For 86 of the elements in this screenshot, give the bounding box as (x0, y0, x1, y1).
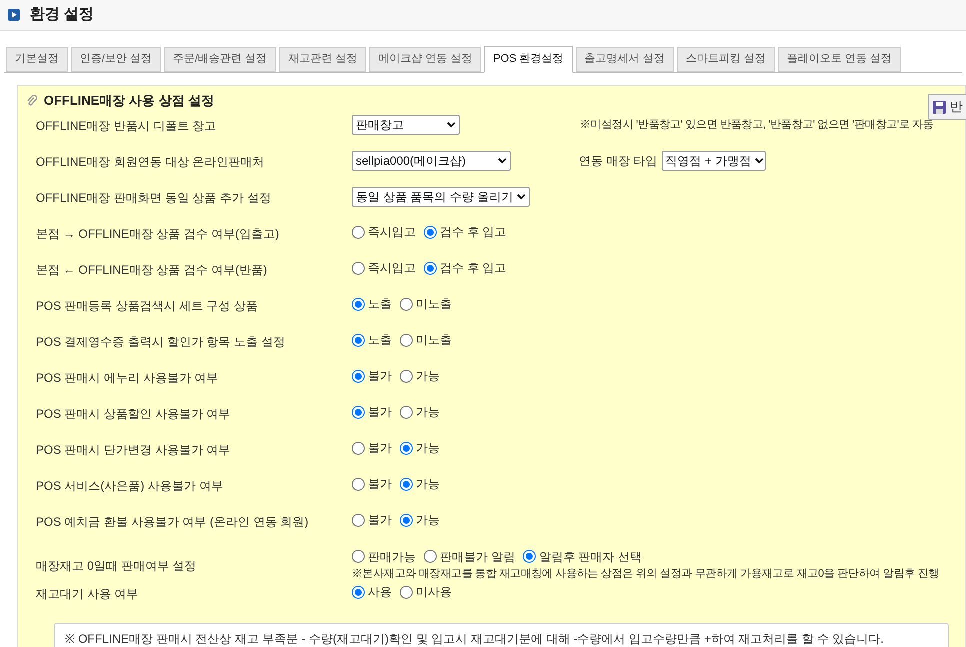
tab[interactable]: 플레이오토 연동 설정 (778, 47, 901, 72)
radio-label: 검수 후 입고 (440, 224, 507, 241)
radio-label: 가능 (416, 404, 440, 421)
setting-label: 매장재고 0일때 판매여부 설정 (36, 558, 198, 575)
radio-button[interactable] (400, 478, 413, 490)
radio-label: 노출 (368, 332, 392, 349)
tab[interactable]: 인증/보안 설정 (71, 47, 162, 72)
setting-label: POS 판매등록 상품검색시 세트 구성 상품 (36, 298, 260, 315)
radio-button[interactable] (400, 298, 413, 310)
radio-label: 불가 (368, 440, 392, 457)
tab[interactable]: 메이크샵 연동 설정 (369, 47, 482, 72)
dropdown[interactable]: 직영점 + 가맹점 (662, 151, 766, 171)
setting-label: POS 판매시 상품할인 사용불가 여부 (36, 406, 232, 423)
radio-button[interactable] (400, 334, 413, 346)
note-text: ※미설정시 '반품창고' 있으면 반품창고, '반품창고' 없으면 '판매창고'로 자동 (580, 118, 934, 133)
radio-button[interactable] (424, 262, 437, 274)
caret-icon (498, 158, 507, 164)
radio-button[interactable] (400, 370, 413, 382)
radio-label: 알림후 판매자 선택 (539, 548, 642, 566)
field-label: 연동 매장 타입 (579, 153, 658, 170)
setting-label: POS 결제영수증 출력시 할인가 항목 노출 설정 (36, 334, 286, 351)
radio-button[interactable] (352, 514, 365, 526)
radio-button[interactable] (400, 586, 413, 598)
radio-label: 검수 후 입고 (440, 260, 507, 277)
setting-label: POS 판매시 단가변경 사용불가 여부 (36, 442, 232, 459)
radio-label: 즉시입고 (368, 260, 416, 277)
page-title: 환경 설정 (30, 4, 94, 25)
caret-icon (447, 122, 456, 128)
paperclip-icon (26, 94, 38, 108)
radio-button[interactable] (352, 586, 365, 598)
radio-button[interactable] (424, 550, 437, 564)
radio-label: 불가 (368, 512, 392, 529)
setting-label: OFFLINE매장 판매화면 동일 상품 추가 설정 (36, 190, 272, 207)
radio-button[interactable] (352, 334, 365, 346)
caret-icon (517, 194, 526, 200)
radio-button[interactable] (352, 478, 365, 490)
save-button[interactable]: 반 (928, 94, 966, 120)
radio-button[interactable] (352, 370, 365, 382)
radio-button[interactable] (352, 298, 365, 310)
radio-button[interactable] (400, 406, 413, 418)
radio-label: 가능 (416, 512, 440, 529)
note-text: ※본사재고와 매장재고를 통합 재고매칭에 사용하는 상점은 위의 설정과 무관하게 가용재고로 재고0을 판단하여 알림후 진행 (352, 566, 940, 582)
dropdown[interactable]: sellpia000(메이크샵) (352, 151, 511, 171)
tab[interactable]: 기본설정 (6, 47, 68, 72)
radio-label: 가능 (416, 476, 440, 493)
radio-label: 판매가능 (368, 548, 416, 566)
radio-label: 불가 (368, 368, 392, 385)
radio-button[interactable] (352, 550, 365, 564)
radio-button[interactable] (400, 514, 413, 526)
radio-button[interactable] (523, 550, 536, 564)
setting-label: OFFLINE매장 반품시 디폴트 창고 (36, 118, 218, 135)
radio-button[interactable] (352, 406, 365, 418)
setting-label: OFFLINE매장 회원연동 대상 온라인판매처 (36, 154, 266, 171)
tab[interactable]: 재고관련 설정 (279, 47, 366, 72)
setting-label: POS 서비스(사은품) 사용불가 여부 (36, 478, 224, 495)
radio-button[interactable] (424, 226, 437, 238)
radio-button[interactable] (400, 442, 413, 454)
tab[interactable]: 출고명세서 설정 (576, 47, 674, 72)
radio-label: 불가 (368, 404, 392, 421)
tab[interactable]: POS 환경설정 (484, 46, 573, 73)
dropdown[interactable]: 판매창고 (352, 115, 460, 135)
info-box: ※ OFFLINE매장 판매시 전산상 재고 부족분 - 수량(재고대기)확인 및 입고시 재고대기분에 대해 -수량에서 입고수량만큼 +하여 재고처리를 할 수 있습니다. (54, 623, 949, 647)
radio-label: 가능 (416, 368, 440, 385)
radio-button[interactable] (352, 226, 365, 238)
radio-label: 미노출 (416, 332, 452, 349)
setting-label: 재고대기 사용 여부 (36, 586, 140, 603)
radio-label: 미노출 (416, 296, 452, 313)
setting-label: 본점 → OFFLINE매장 상품 검수 여부(입출고) (36, 226, 280, 243)
radio-button[interactable] (352, 262, 365, 274)
radio-label: 가능 (416, 440, 440, 457)
dropdown[interactable]: 동일 상품 품목의 수량 올리기 (352, 187, 530, 207)
radio-label: 노출 (368, 296, 392, 313)
radio-label: 사용 (368, 584, 392, 601)
radio-label: 미사용 (416, 584, 452, 601)
setting-label: 본점 ← OFFLINE매장 상품 검수 여부(반품) (36, 262, 268, 279)
tab[interactable]: 주문/배송관련 설정 (164, 47, 276, 72)
play-icon (8, 9, 20, 21)
tab[interactable]: 스마트피킹 설정 (676, 47, 775, 72)
caret-icon (755, 158, 764, 164)
panel-title: OFFLINE매장 사용 상점 설정 (44, 92, 214, 110)
radio-button[interactable] (352, 442, 365, 454)
radio-label: 판매불가 알림 (440, 548, 516, 566)
setting-label: POS 예치금 환불 사용불가 여부 (온라인 연동 회원) (36, 514, 310, 531)
setting-label: POS 판매시 에누리 사용불가 여부 (36, 370, 220, 387)
radio-label: 불가 (368, 476, 392, 493)
radio-label: 즉시입고 (368, 224, 416, 241)
